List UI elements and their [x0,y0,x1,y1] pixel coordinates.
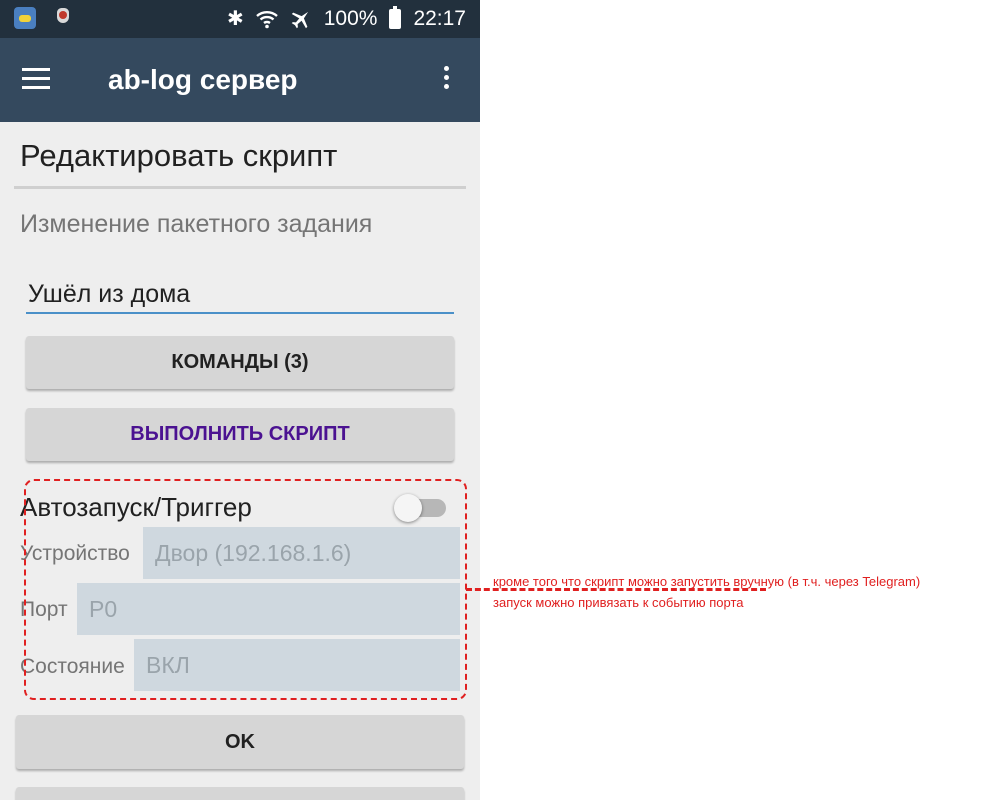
ok-button[interactable]: OK [16,715,464,769]
wifi-icon [255,11,278,29]
battery-percent: 100% [323,7,378,30]
status-right: ✱ 100% 22:17 [227,0,466,38]
page-subtitle: Изменение пакетного задания [20,210,373,238]
run-script-button[interactable]: ВЫПОЛНИТЬ СКРИПТ [26,408,454,461]
menu-icon[interactable] [22,68,50,90]
airplane-icon [291,11,308,29]
annotation-note: кроме того что скрипт можно запустить вр… [493,571,920,613]
app-icon [14,7,36,29]
overflow-menu-icon[interactable] [440,66,452,94]
clock: 22:17 [413,7,466,30]
script-name-input[interactable] [26,276,454,314]
annotation-line-2: запуск можно привязать к событию порта [493,595,744,610]
status-bar: ✱ 100% 22:17 [0,0,480,38]
annotation-line-1: кроме того что скрипт можно запустить вр… [493,574,921,589]
app-toolbar: ab-log сервер [0,38,480,122]
page-title: Редактировать скрипт [20,138,338,173]
trigger-highlight-box [24,479,467,700]
bluetooth-icon: ✱ [226,8,244,30]
status-left [14,7,74,29]
bug-icon [52,7,74,29]
battery-icon [389,6,402,29]
title-divider [14,186,466,189]
commands-button[interactable]: КОМАНДЫ (3) [26,336,454,389]
next-button[interactable] [16,787,464,800]
app-title: ab-log сервер [108,64,298,95]
